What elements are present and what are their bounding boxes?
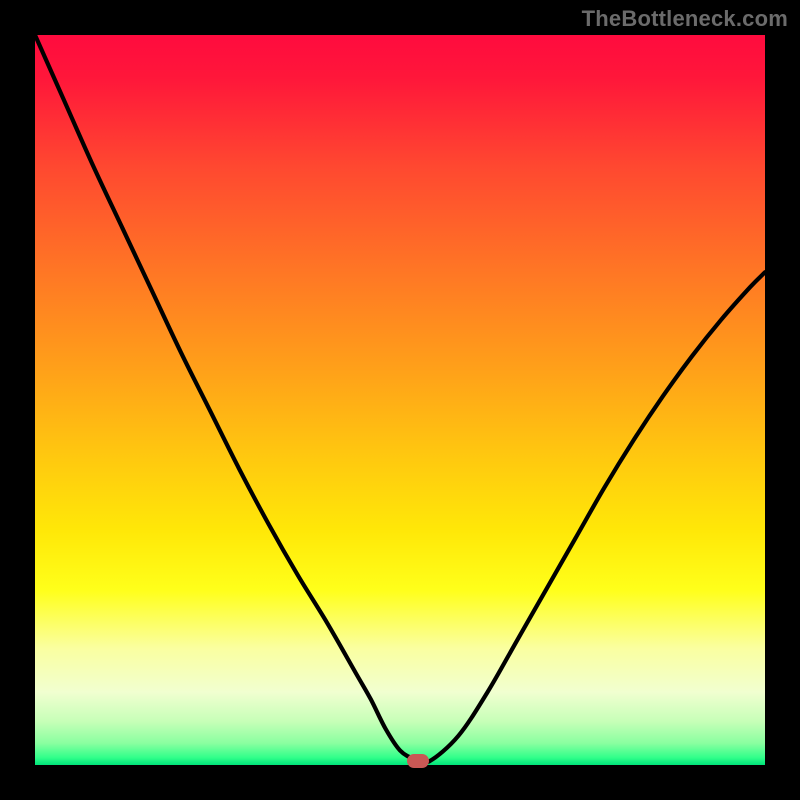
optimal-point-marker xyxy=(407,754,429,768)
bottleneck-curve xyxy=(35,35,765,765)
watermark-text: TheBottleneck.com xyxy=(582,6,788,32)
chart-frame: TheBottleneck.com xyxy=(0,0,800,800)
